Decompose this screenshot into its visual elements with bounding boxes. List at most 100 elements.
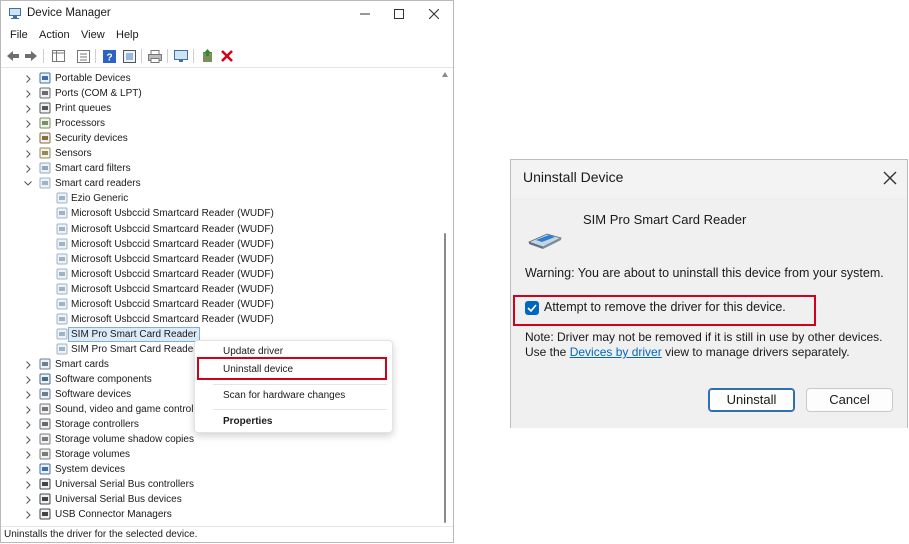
usb-icon xyxy=(39,493,51,505)
svg-text:?: ? xyxy=(106,52,112,63)
chevron-right-icon[interactable] xyxy=(23,161,33,176)
tree-category-item[interactable]: USB Connector Managers xyxy=(1,507,438,522)
chevron-right-icon[interactable] xyxy=(23,447,33,462)
context-scan-hardware[interactable]: Scan for hardware changes xyxy=(223,390,345,401)
menu-view[interactable]: View xyxy=(81,29,105,41)
dialog-close-icon[interactable] xyxy=(881,169,899,187)
tree-device-item[interactable]: Microsoft Usbccid Smartcard Reader (WUDF… xyxy=(1,206,438,221)
properties-toolbar-button[interactable] xyxy=(75,48,91,64)
chevron-right-icon[interactable] xyxy=(23,357,33,372)
storage-controller-icon xyxy=(39,418,51,430)
chevron-right-icon[interactable] xyxy=(23,477,33,492)
context-update-driver[interactable]: Update driver xyxy=(223,346,283,357)
chevron-right-icon[interactable] xyxy=(23,402,33,417)
tree-item-label: Security devices xyxy=(55,133,128,144)
tree-category-item[interactable]: Storage volume shadow copies xyxy=(1,432,438,447)
tree-category-item[interactable]: Security devices xyxy=(1,131,438,146)
tree-category-item[interactable]: System devices xyxy=(1,462,438,477)
tree-item-label: SIM Pro Smart Card Reader xyxy=(71,344,197,355)
smart-card-reader-icon xyxy=(56,283,68,295)
minimize-button[interactable] xyxy=(348,1,382,27)
uninstall-button[interactable]: Uninstall xyxy=(708,388,795,412)
tree-device-item[interactable]: Microsoft Usbccid Smartcard Reader (WUDF… xyxy=(1,267,438,282)
tree-item-label: Universal Serial Bus controllers xyxy=(55,479,194,490)
tree-category-item[interactable]: Print queues xyxy=(1,101,438,116)
close-button[interactable] xyxy=(417,1,451,27)
menu-file[interactable]: File xyxy=(10,29,28,41)
chevron-right-icon[interactable] xyxy=(23,462,33,477)
toolbar-separator xyxy=(141,49,142,63)
chevron-right-icon[interactable] xyxy=(23,71,33,86)
tree-category-item[interactable]: Ports (COM & LPT) xyxy=(1,86,438,101)
security-device-icon xyxy=(39,132,51,144)
context-uninstall-device[interactable]: Uninstall device xyxy=(223,364,293,375)
storage-icon xyxy=(39,433,51,445)
remove-driver-checkbox[interactable] xyxy=(525,301,539,315)
tree-category-item[interactable]: Universal Serial Bus controllers xyxy=(1,477,438,492)
tree-item-label: Software devices xyxy=(55,389,132,400)
tree-category-item[interactable]: Processors xyxy=(1,116,438,131)
chevron-right-icon[interactable] xyxy=(23,387,33,402)
context-separator xyxy=(213,384,387,385)
chevron-right-icon[interactable] xyxy=(23,116,33,131)
tree-device-item[interactable]: Microsoft Usbccid Smartcard Reader (WUDF… xyxy=(1,297,438,312)
tree-category-item[interactable]: Portable Devices xyxy=(1,71,438,86)
chevron-right-icon[interactable] xyxy=(23,492,33,507)
update-driver-toolbar-button[interactable] xyxy=(199,48,215,64)
tree-category-item[interactable]: Smart card filters xyxy=(1,161,438,176)
menu-help[interactable]: Help xyxy=(116,29,139,41)
tree-device-item[interactable]: Microsoft Usbccid Smartcard Reader (WUDF… xyxy=(1,222,438,237)
tree-category-item[interactable]: Universal Serial Bus devices xyxy=(1,492,438,507)
print-toolbar-button[interactable] xyxy=(147,48,163,64)
remove-driver-label[interactable]: Attempt to remove the driver for this de… xyxy=(544,300,786,314)
scroll-up-arrow-icon[interactable] xyxy=(442,72,448,77)
menu-action[interactable]: Action xyxy=(39,29,70,41)
tree-device-item[interactable]: Microsoft Usbccid Smartcard Reader (WUDF… xyxy=(1,252,438,267)
maximize-button[interactable] xyxy=(382,1,416,27)
system-device-icon xyxy=(39,463,51,475)
uninstall-toolbar-button[interactable] xyxy=(219,48,235,64)
tree-device-item[interactable]: Microsoft Usbccid Smartcard Reader (WUDF… xyxy=(1,312,438,327)
tree-category-item[interactable]: Smart card readers xyxy=(1,176,438,191)
chevron-right-icon[interactable] xyxy=(23,432,33,447)
chevron-right-icon[interactable] xyxy=(23,417,33,432)
chevron-right-icon[interactable] xyxy=(23,372,33,387)
tree-item-label: Microsoft Usbccid Smartcard Reader (WUDF… xyxy=(71,224,274,235)
tree-item-label: Microsoft Usbccid Smartcard Reader (WUDF… xyxy=(71,269,274,280)
warning-text: Warning: You are about to uninstall this… xyxy=(525,266,884,280)
tree-device-item[interactable]: Microsoft Usbccid Smartcard Reader (WUDF… xyxy=(1,237,438,252)
devices-by-driver-link[interactable]: Devices by driver xyxy=(570,345,662,359)
context-properties[interactable]: Properties xyxy=(223,416,272,427)
tree-category-item[interactable]: Storage volumes xyxy=(1,447,438,462)
tree-device-item[interactable]: Ezio Generic xyxy=(1,191,438,206)
tree-item-label: System devices xyxy=(55,464,126,475)
tree-category-item[interactable]: Sensors xyxy=(1,146,438,161)
scan-hardware-toolbar-button[interactable] xyxy=(173,48,189,64)
chevron-right-icon[interactable] xyxy=(23,507,33,522)
note-text: Note: Driver may not be removed if it is… xyxy=(525,330,895,360)
tree-item-label: Microsoft Usbccid Smartcard Reader (WUDF… xyxy=(71,314,274,325)
minimize-icon xyxy=(360,13,370,15)
smart-card-reader-icon xyxy=(527,233,563,249)
smart-card-icon xyxy=(39,358,51,370)
tree-item-label: Processors xyxy=(55,118,106,129)
chevron-down-icon[interactable] xyxy=(23,176,33,191)
cancel-button[interactable]: Cancel xyxy=(806,388,893,412)
chevron-right-icon[interactable] xyxy=(23,86,33,101)
tree-scrollbar[interactable] xyxy=(440,71,450,523)
tree-item-label: Microsoft Usbccid Smartcard Reader (WUDF… xyxy=(71,208,274,219)
status-bar: Uninstalls the driver for the selected d… xyxy=(1,526,453,543)
smart-card-reader-icon xyxy=(56,313,68,325)
chevron-right-icon[interactable] xyxy=(23,131,33,146)
view-toolbar-button[interactable] xyxy=(121,48,137,64)
back-button[interactable] xyxy=(5,48,21,64)
tree-device-item[interactable]: Microsoft Usbccid Smartcard Reader (WUDF… xyxy=(1,282,438,297)
scrollbar-thumb[interactable] xyxy=(444,233,446,523)
chevron-right-icon[interactable] xyxy=(23,146,33,161)
chevron-right-icon[interactable] xyxy=(23,101,33,116)
show-hide-console-tree-button[interactable] xyxy=(50,48,66,64)
help-toolbar-button[interactable]: ? xyxy=(101,48,117,64)
software-component-icon xyxy=(39,373,51,385)
note-text-part2: view to manage drivers separately. xyxy=(661,345,850,359)
forward-button[interactable] xyxy=(23,48,39,64)
